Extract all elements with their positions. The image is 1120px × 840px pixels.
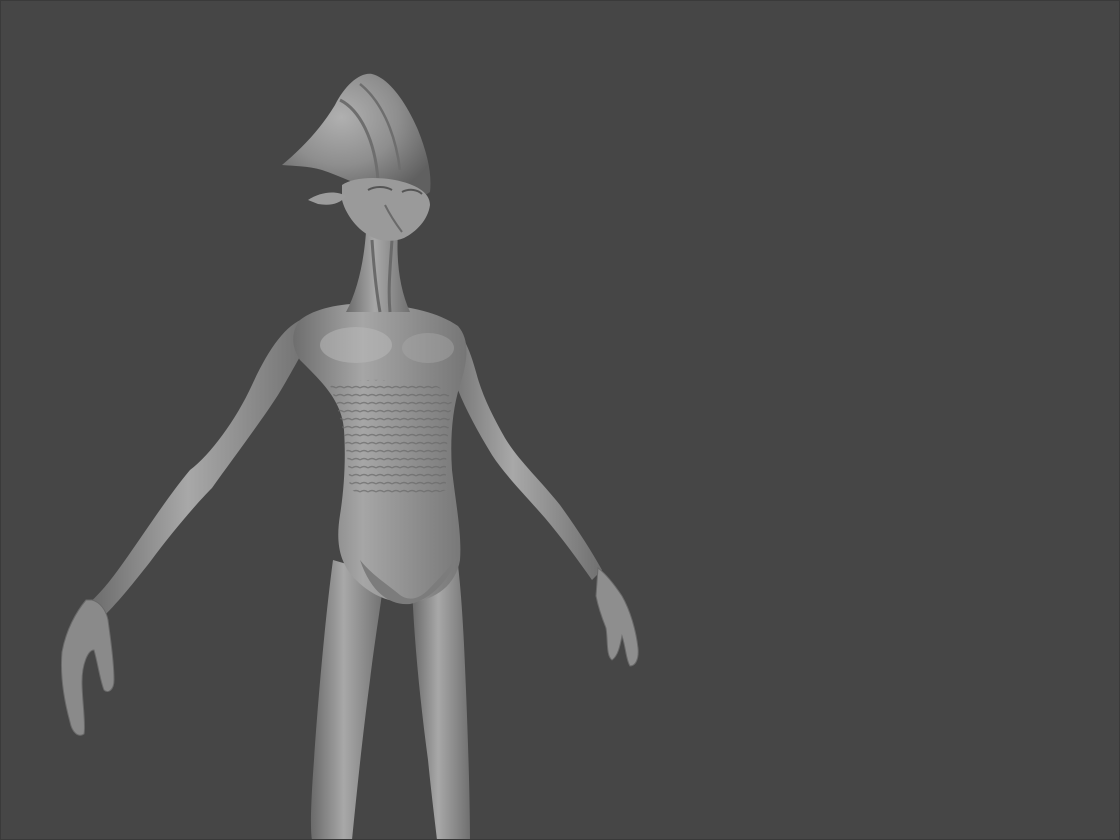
model-head-crest [282, 73, 431, 198]
model-leg-left [310, 560, 384, 840]
model-hand-right [595, 567, 639, 667]
model-chest-highlight [320, 327, 392, 363]
model-hand-left [61, 599, 115, 736]
model-leg-right [412, 565, 470, 840]
model-ear [308, 192, 346, 205]
model-arm-left [88, 318, 310, 616]
3d-viewport[interactable] [0, 0, 1120, 840]
sculpt-model[interactable] [0, 0, 1120, 840]
